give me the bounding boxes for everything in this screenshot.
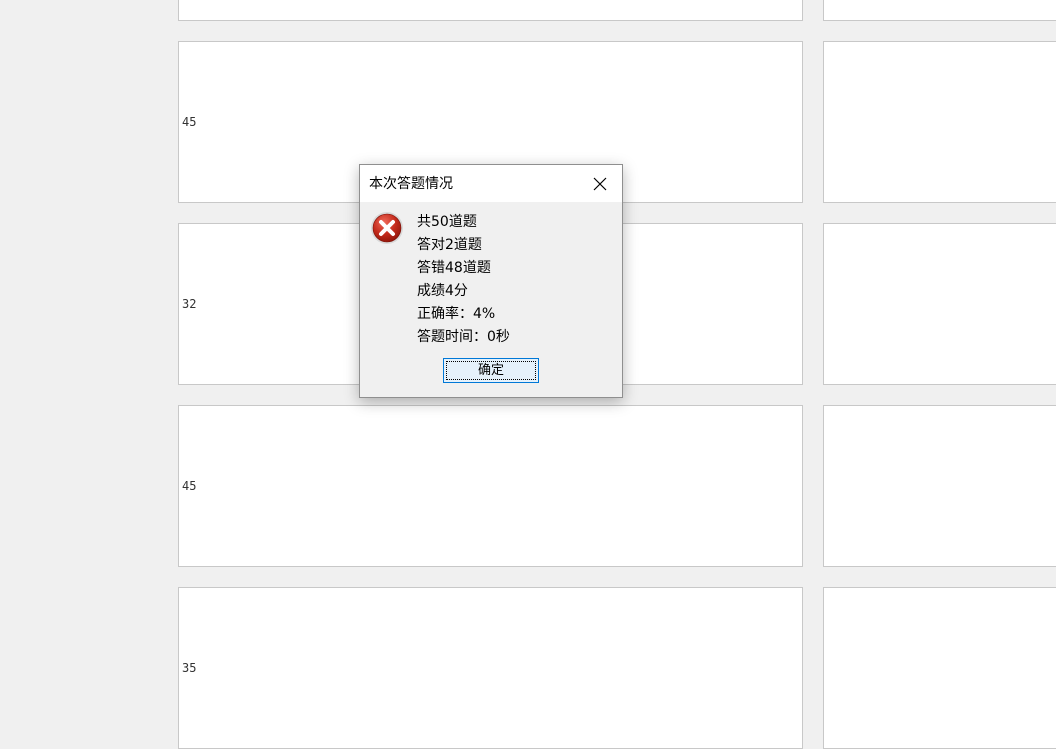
ok-button-label: 确定	[477, 362, 504, 378]
answer-time-text: 答题时间：0秒	[417, 329, 510, 345]
card-value-label: 45	[182, 479, 197, 493]
card-value-label: 32	[182, 297, 197, 311]
score-text: 成绩4分	[417, 283, 468, 299]
question-card	[178, 0, 803, 21]
dialog-title: 本次答题情况	[369, 176, 453, 192]
result-dialog: 本次答题情况 共50道题 答对2道题 答错48道题 成绩4分 正确率：4% 答题…	[359, 164, 623, 398]
card-value-label: 35	[182, 661, 197, 675]
card-value-label: 45	[182, 115, 197, 129]
accuracy-text: 正确率：4%	[417, 306, 496, 322]
question-card: 35	[178, 587, 803, 749]
result-message: 共50道题 答对2道题 答错48道题 成绩4分 正确率：4% 答题时间：0秒	[417, 213, 510, 351]
dialog-titlebar[interactable]: 本次答题情况	[360, 165, 622, 202]
wrong-count-text: 答错48道题	[417, 260, 491, 276]
ok-button[interactable]: 确定	[443, 358, 539, 383]
close-icon	[593, 177, 607, 190]
question-card	[823, 405, 1056, 567]
question-card	[823, 223, 1056, 385]
correct-count-text: 答对2道题	[417, 237, 482, 253]
close-button[interactable]	[578, 165, 622, 202]
question-card: 45	[178, 405, 803, 567]
total-questions-text: 共50道题	[417, 214, 477, 230]
question-card	[823, 587, 1056, 749]
error-x-icon	[371, 212, 403, 244]
question-card	[823, 0, 1056, 21]
question-card	[823, 41, 1056, 203]
